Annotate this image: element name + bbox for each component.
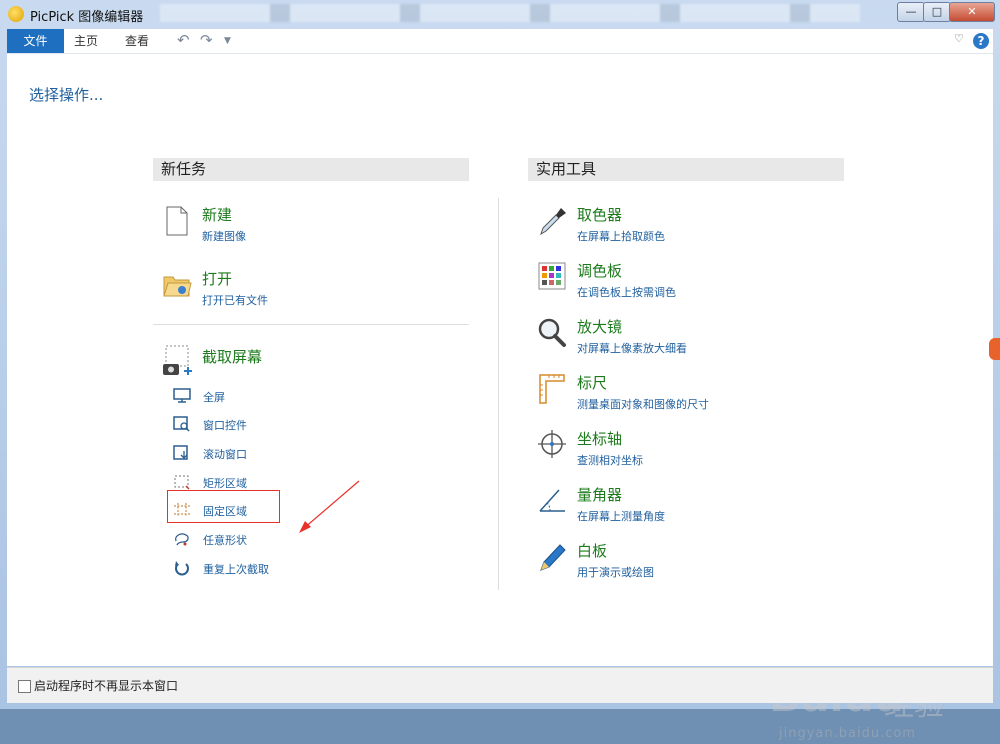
new-desc: 新建图像 (202, 230, 246, 243)
open-label: 打开 (202, 270, 233, 288)
startup-checkbox[interactable] (18, 680, 31, 693)
open-folder-icon (163, 276, 192, 297)
tool-desc: 用于演示或绘图 (577, 566, 654, 579)
window-title: PicPick 图像编辑器 (30, 10, 144, 25)
magnifier-icon (538, 318, 566, 347)
background-taskbar (160, 4, 860, 22)
collapse-ribbon-icon[interactable]: ♡ (954, 32, 964, 45)
startup-checkbox-label[interactable]: 启动程序时不再显示本窗口 (34, 677, 178, 694)
new-task-header: 新任务 (153, 158, 469, 181)
maximize-button[interactable]: □ (923, 2, 951, 22)
new-image-item[interactable]: 新建 新建图像 (162, 204, 462, 248)
capture-option-label: 滚动窗口 (203, 448, 247, 461)
tool-desc: 在屏幕上拾取颜色 (577, 230, 665, 243)
quick-access-dropdown-icon[interactable]: ▼ (224, 36, 231, 46)
protractor-icon (539, 489, 565, 512)
capture-option-label: 任意形状 (203, 534, 247, 547)
capture-option-label: 重复上次截取 (203, 563, 269, 576)
app-window: PicPick 图像编辑器 — □ ✕ 文件 主页 查看 ↶ ↷ ▼ ♡ ? 选… (0, 0, 1000, 741)
tool-desc: 对屏幕上像素放大细看 (577, 342, 687, 355)
monitor-icon (173, 388, 191, 403)
tool-protractor[interactable]: 量角器 在屏幕上测量角度 (537, 484, 837, 528)
tool-name: 取色器 (577, 206, 623, 224)
window-search-icon (173, 416, 190, 432)
repeat-icon (175, 561, 189, 576)
tool-name: 调色板 (577, 262, 623, 280)
pen-icon (540, 544, 566, 571)
new-label: 新建 (202, 206, 233, 224)
tool-name: 标尺 (577, 374, 608, 392)
tool-desc: 测量桌面对象和图像的尺寸 (577, 398, 709, 411)
redo-icon[interactable]: ↷ (200, 31, 213, 49)
title-bar: PicPick 图像编辑器 — □ ✕ (0, 0, 1000, 28)
tool-magnifier[interactable]: 放大镜 对屏幕上像素放大细看 (537, 316, 837, 360)
tool-color-picker[interactable]: 取色器 在屏幕上拾取颜色 (537, 204, 837, 248)
tab-file[interactable]: 文件 (7, 29, 64, 53)
camera-capture-icon (163, 345, 192, 375)
tool-name: 量角器 (577, 486, 623, 504)
rectangle-select-icon (174, 475, 190, 490)
footer-bar: 启动程序时不再显示本窗口 (7, 667, 993, 703)
open-file-item[interactable]: 打开 打开已有文件 (162, 268, 462, 312)
tool-palette[interactable]: 调色板 在调色板上按需调色 (537, 260, 837, 304)
help-icon[interactable]: ? (973, 33, 989, 49)
tab-view[interactable]: 查看 (115, 29, 159, 53)
new-document-icon (166, 206, 188, 236)
column-divider (498, 198, 499, 590)
freehand-shape-icon (175, 533, 189, 546)
watermark-url: jingyan.baidu.com (779, 726, 916, 741)
open-desc: 打开已有文件 (202, 294, 268, 307)
capture-label: 截取屏幕 (202, 348, 263, 366)
tool-desc: 查测相对坐标 (577, 454, 643, 467)
capture-option-label: 窗口控件 (203, 419, 247, 432)
palette-icon (538, 262, 566, 290)
annotation-arrow-icon (299, 480, 360, 533)
undo-icon[interactable]: ↶ (177, 31, 190, 49)
side-feedback-tab[interactable] (989, 338, 1000, 360)
tool-ruler[interactable]: 标尺 测量桌面对象和图像的尺寸 (537, 372, 837, 416)
tool-desc: 在调色板上按需调色 (577, 286, 676, 299)
tool-whiteboard[interactable]: 白板 用于演示或绘图 (537, 540, 837, 584)
scroll-window-icon (173, 445, 188, 460)
picpick-logo-icon (8, 6, 24, 22)
tool-name: 坐标轴 (577, 430, 623, 448)
tool-crosshair[interactable]: 坐标轴 查测相对坐标 (537, 428, 837, 472)
eyedropper-icon (540, 208, 566, 236)
minimize-button[interactable]: — (897, 2, 925, 22)
tool-desc: 在屏幕上测量角度 (577, 510, 665, 523)
tab-home[interactable]: 主页 (64, 29, 108, 53)
page-title: 选择操作... (29, 86, 104, 104)
section-divider (153, 324, 469, 325)
capture-option-label: 矩形区域 (203, 477, 247, 490)
ribbon-bar: 文件 主页 查看 ↶ ↷ ▼ ♡ ? (7, 29, 993, 54)
capture-option-label: 全屏 (203, 391, 225, 404)
tool-name: 放大镜 (577, 318, 623, 336)
start-panel: 选择操作... 新任务 实用工具 新建 新建图像 打开 打开已有文件 截取屏幕 … (7, 54, 993, 741)
capture-screen-item[interactable]: 截取屏幕 (162, 344, 462, 378)
highlight-box (167, 490, 280, 523)
tool-name: 白板 (577, 542, 608, 560)
ruler-icon (539, 374, 565, 404)
tools-header: 实用工具 (528, 158, 844, 181)
close-button[interactable]: ✕ (949, 2, 995, 22)
crosshair-icon (538, 430, 566, 458)
